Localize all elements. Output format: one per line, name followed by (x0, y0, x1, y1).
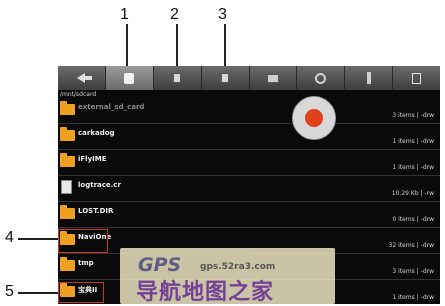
sd-card-tab[interactable] (105, 66, 154, 90)
folder-icon (60, 153, 75, 167)
highlight-box-navione (58, 229, 108, 253)
file-info: 3 items | -drw (392, 112, 434, 119)
file-name: iFlyIME (78, 155, 107, 163)
folder-icon (60, 101, 75, 115)
file-info: 10.29 Kb | -rw (391, 190, 434, 197)
list-item[interactable]: carkadog 1 items | -drw (58, 124, 440, 150)
callout-line-3 (224, 24, 226, 67)
tools-tab[interactable] (345, 66, 394, 90)
document-icon (221, 73, 230, 83)
file-info: 0 items | -drw (392, 216, 434, 223)
back-button[interactable] (58, 66, 106, 90)
highlight-box-baodian (58, 282, 104, 303)
new-file-tab[interactable] (393, 66, 440, 90)
watermark-brand: GPS (138, 254, 182, 276)
file-info: 1 items | -drw (392, 294, 434, 301)
watermark-url: gps.52ra3.com (200, 262, 276, 272)
list-item[interactable]: iFlyIME 1 items | -drw (58, 150, 440, 176)
callout-number-1: 1 (120, 6, 129, 23)
list-item[interactable]: logtrace.cr 10.29 Kb | -rw (58, 176, 440, 202)
callout-line-4 (18, 238, 60, 240)
watermark: GPS gps.52ra3.com 导航地图之家 (120, 248, 335, 305)
folder-icon (60, 205, 75, 219)
video-reel-icon (315, 72, 327, 84)
record-button[interactable] (292, 96, 336, 140)
file-name: tmp (78, 259, 94, 267)
list-item[interactable]: LOST.DIR 0 items | -drw (58, 202, 440, 228)
callout-line-1 (126, 24, 128, 67)
callout-number-5: 5 (5, 283, 14, 300)
file-icon (61, 180, 72, 194)
image-icon (266, 73, 279, 83)
documents-tab[interactable] (154, 66, 202, 90)
callout-number-3: 3 (218, 6, 227, 23)
callout-line-5 (18, 292, 60, 294)
callout-number-2: 2 (170, 6, 179, 23)
video-tab[interactable] (297, 66, 346, 90)
watermark-chinese-text: 导航地图之家 (136, 280, 275, 305)
callout-number-4: 4 (5, 229, 14, 246)
sd-card-icon (124, 72, 135, 84)
files-tab[interactable] (202, 66, 250, 90)
blank-page-icon (412, 72, 422, 84)
list-item[interactable]: external_sd_card 3 items | -drw (58, 98, 440, 124)
file-name: external_sd_card (78, 103, 145, 111)
file-info: 1 items | -drw (392, 164, 434, 171)
file-name: LOST.DIR (78, 207, 114, 215)
folder-icon (60, 257, 75, 271)
images-tab[interactable] (250, 66, 298, 90)
file-name: logtrace.cr (78, 181, 121, 189)
current-path: /mnt/sdcard (60, 91, 97, 98)
file-info: 1 items | -drw (392, 138, 434, 145)
callout-line-2 (176, 24, 178, 67)
folder-icon (60, 127, 75, 141)
file-name: carkadog (78, 129, 115, 137)
toolbar (58, 66, 440, 90)
tool-icon (366, 72, 371, 84)
back-icon (77, 73, 93, 83)
file-info: 3 items | -drw (392, 268, 434, 275)
record-dot-icon (305, 109, 323, 127)
document-icon (173, 73, 182, 83)
file-info: 32 items | -drw (388, 242, 434, 249)
